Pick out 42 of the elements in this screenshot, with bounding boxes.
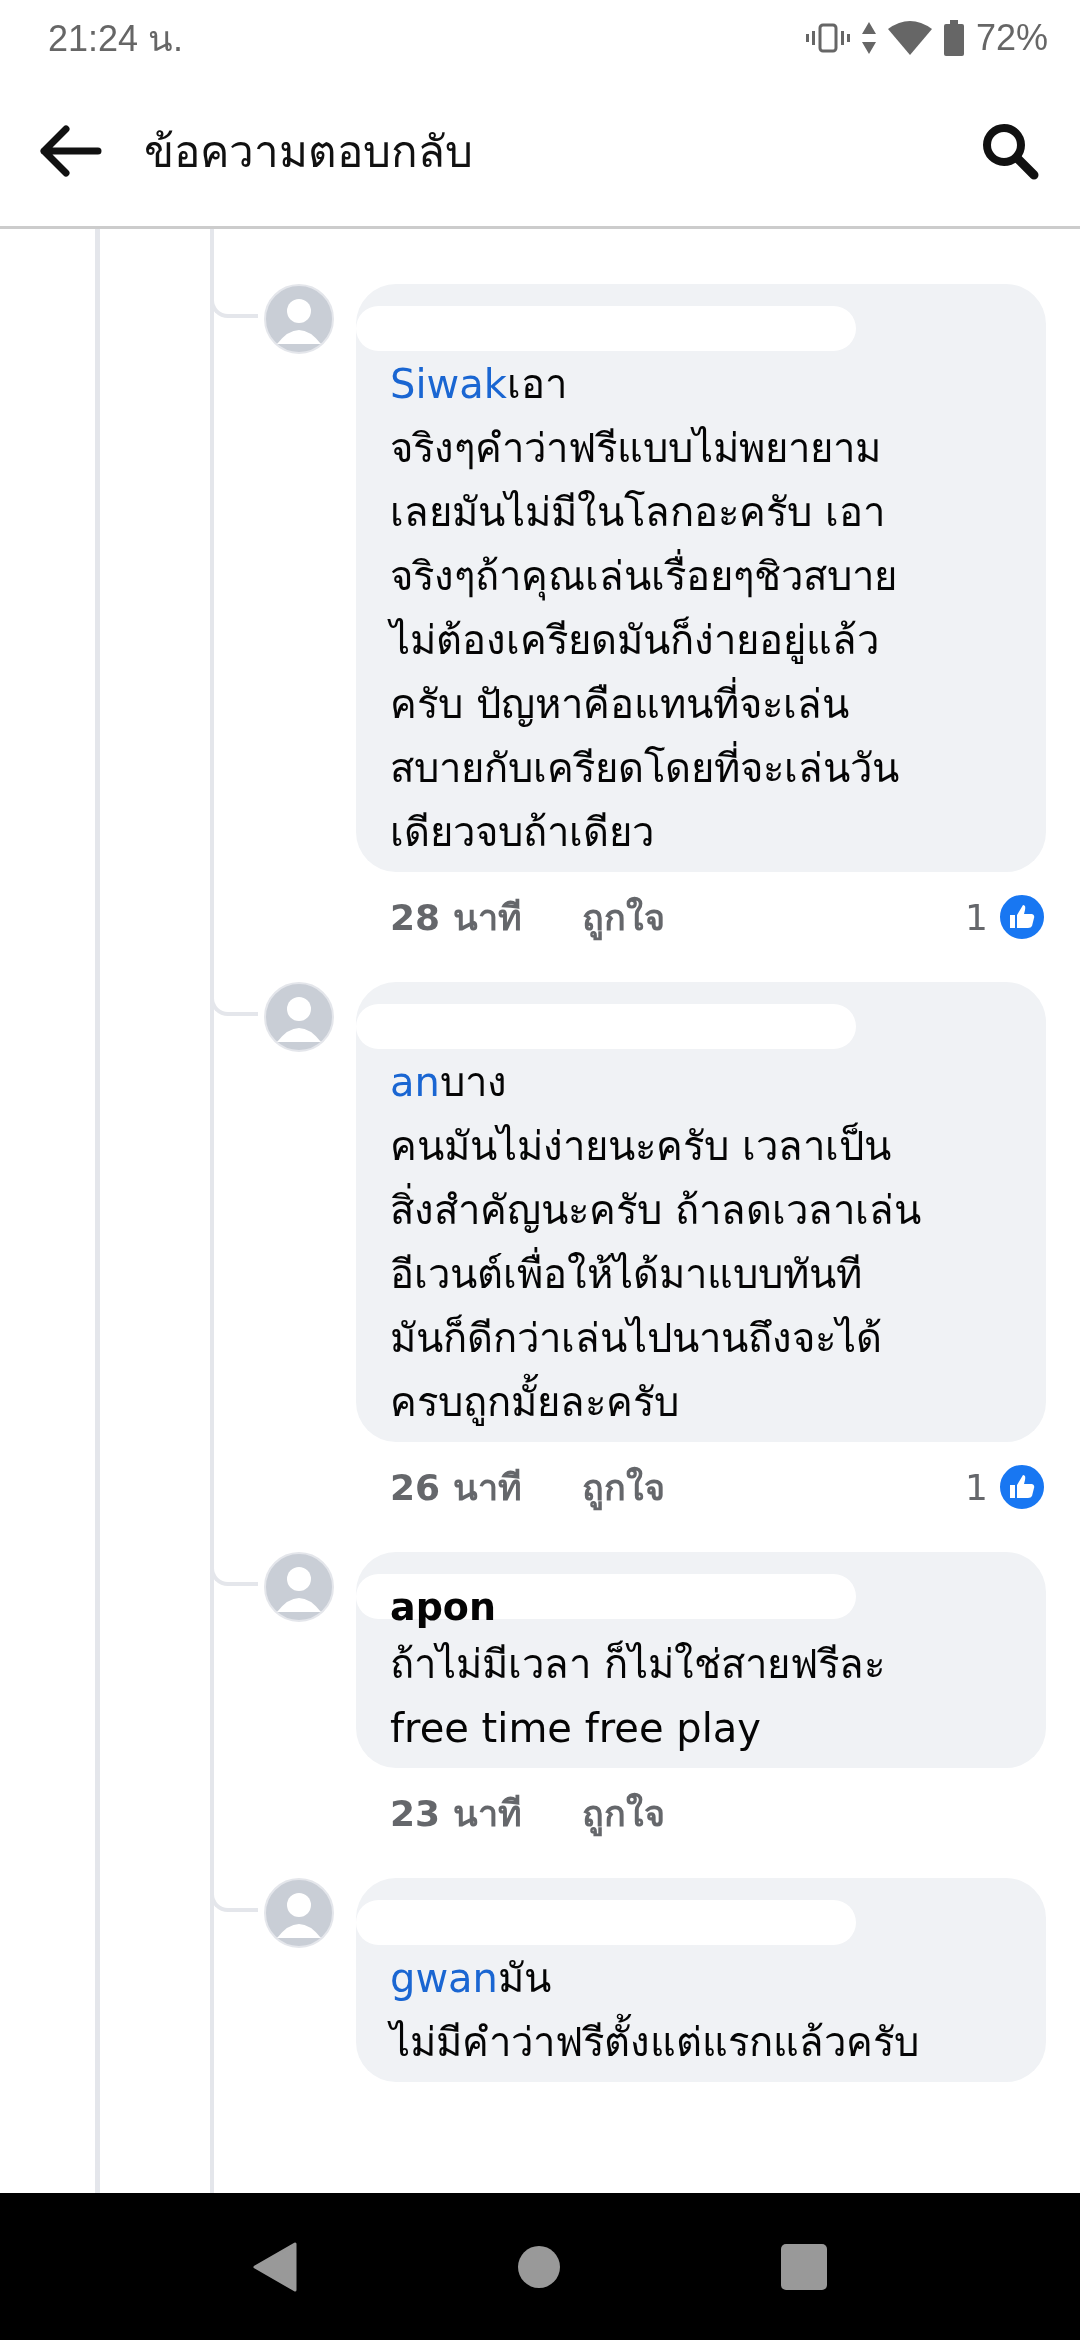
- search-icon[interactable]: [980, 121, 1040, 181]
- like-link[interactable]: ถูกใจ: [581, 1458, 665, 1516]
- like-link[interactable]: ถูกใจ: [581, 1784, 665, 1842]
- comment-time: 23 นาที: [390, 1791, 522, 1836]
- comment-text: free time free play: [390, 1704, 761, 1753]
- comment-text: มันก็ดีกว่าเล่นไปนานถึงจะได้: [390, 1313, 882, 1363]
- comment-text: สิ่งสำคัญนะครับ ถ้าลดเวลาเล่น: [390, 1178, 921, 1242]
- data-arrows-icon: [861, 22, 876, 54]
- like-count: 1: [965, 1466, 988, 1508]
- comment-text: บาง: [439, 1058, 507, 1107]
- comment-text: มัน: [497, 1954, 551, 2003]
- comment-text: อีเวนต์เพื่อให้ได้มาแบบทันที: [390, 1242, 862, 1306]
- battery-percent: 72%: [975, 17, 1048, 59]
- thumbs-up-icon: [998, 893, 1046, 941]
- mention-link[interactable]: Siwak: [390, 352, 507, 416]
- thumbs-up-icon: [998, 1463, 1046, 1511]
- back-arrow-icon[interactable]: [38, 124, 102, 178]
- like-count: 1: [965, 896, 988, 938]
- comment-text: คนมันไม่ง่ายนะครับ เวลาเป็น: [390, 1121, 891, 1171]
- comment-time: 28 นาที: [390, 895, 522, 940]
- battery-icon: [943, 20, 964, 56]
- mention-link[interactable]: gwan: [390, 1946, 498, 2010]
- like-link[interactable]: ถูกใจ: [581, 888, 665, 946]
- vibrate-icon: [805, 23, 850, 53]
- comment-text: เอา: [506, 360, 567, 409]
- comment-text: จริงๆคำว่าฟรีแบบไม่พยายาม: [390, 424, 881, 473]
- back-nav-icon[interactable]: [253, 2241, 297, 2292]
- mention-link[interactable]: an: [390, 1050, 440, 1114]
- status-time: 21:24 น.: [48, 16, 184, 61]
- comment-text: ครบถูกมั้ยละครับ: [390, 1370, 679, 1434]
- recents-nav-icon[interactable]: [781, 2243, 827, 2290]
- commenter-name[interactable]: apon: [390, 1582, 1016, 1632]
- comment-text: เดียวจบถ้าเดียว: [390, 808, 654, 857]
- comment-text: เลยมันไม่มีในโลกอะครับ เอา: [390, 488, 885, 537]
- comment-text: ถ้าไม่มีเวลา ก็ไม่ใช่สายฟรีละ: [390, 1639, 885, 1689]
- home-nav-icon[interactable]: [517, 2244, 561, 2289]
- comment-time: 26 นาที: [390, 1465, 522, 1510]
- comment-text: จริงๆถ้าคุณเล่นเรื่อยๆชิวสบาย: [390, 544, 897, 608]
- comment-text: ครับ ปัญหาคือแทนที่จะเล่น: [390, 672, 849, 736]
- page-title: ข้อความตอบกลับ: [144, 125, 474, 179]
- wifi-icon: [887, 21, 932, 55]
- comment-text: สบายกับเครียดโดยที่จะเล่นวัน: [390, 736, 899, 800]
